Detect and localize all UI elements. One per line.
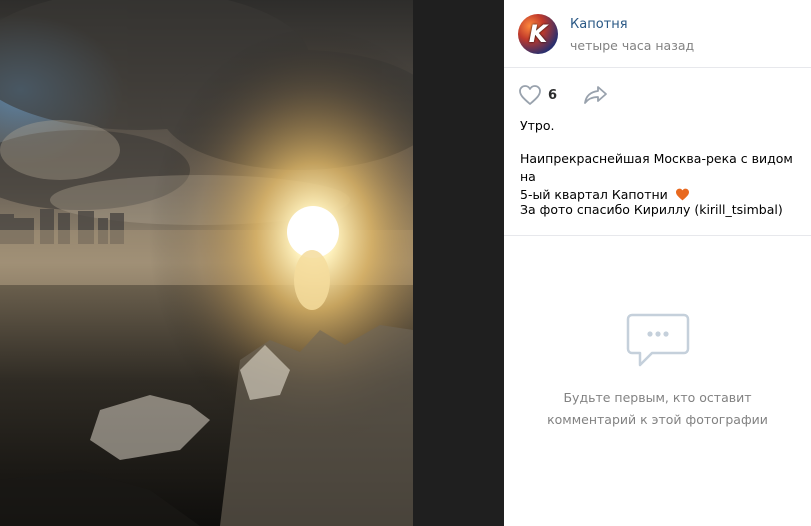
avatar-letter: K: [528, 20, 548, 48]
comments-empty-line-2: комментарий к этой фотографии: [547, 412, 768, 427]
share-button[interactable]: [583, 84, 609, 106]
orange-heart-emoji-icon: [675, 188, 689, 201]
post-text-line-2b: 5-ый квартал Капотни: [520, 187, 668, 202]
share-arrow-icon: [584, 86, 607, 104]
info-sidebar: K Капотня четыре часа назад 6 Утро. Наип…: [504, 0, 811, 526]
avatar[interactable]: K: [518, 14, 558, 54]
post-text-line-1: Утро.: [520, 118, 555, 133]
heart-outline-icon: [519, 85, 541, 105]
post-time[interactable]: четыре часа назад: [570, 38, 694, 53]
post-header: K Капотня четыре часа назад: [504, 0, 811, 68]
comments-empty-line-1: Будьте первым, кто оставит: [563, 390, 752, 405]
post-actions: 6: [504, 68, 811, 106]
post-text-paragraph-2: Наипрекраснейшая Москва-река с видом на …: [520, 150, 805, 204]
author-link[interactable]: Капотня: [570, 17, 628, 32]
post-text-line-2a: Наипрекраснейшая Москва-река с видом на: [520, 151, 793, 184]
comments-empty-text: Будьте первым, кто оставит комментарий к…: [534, 387, 781, 431]
comments-bubble-icon: [626, 313, 690, 367]
like-count: 6: [548, 87, 558, 103]
photo-viewer: K Капотня четыре часа назад 6 Утро. Наип…: [0, 0, 811, 526]
photo-image: [0, 0, 413, 526]
post-text-line-3: За фото спасибо Кириллу (kirill_tsimbal): [520, 202, 783, 217]
photo[interactable]: [0, 0, 413, 526]
like-button[interactable]: 6: [518, 84, 557, 106]
photo-pane: [0, 0, 504, 526]
comments-empty-state: Будьте первым, кто оставит комментарий к…: [504, 236, 811, 526]
